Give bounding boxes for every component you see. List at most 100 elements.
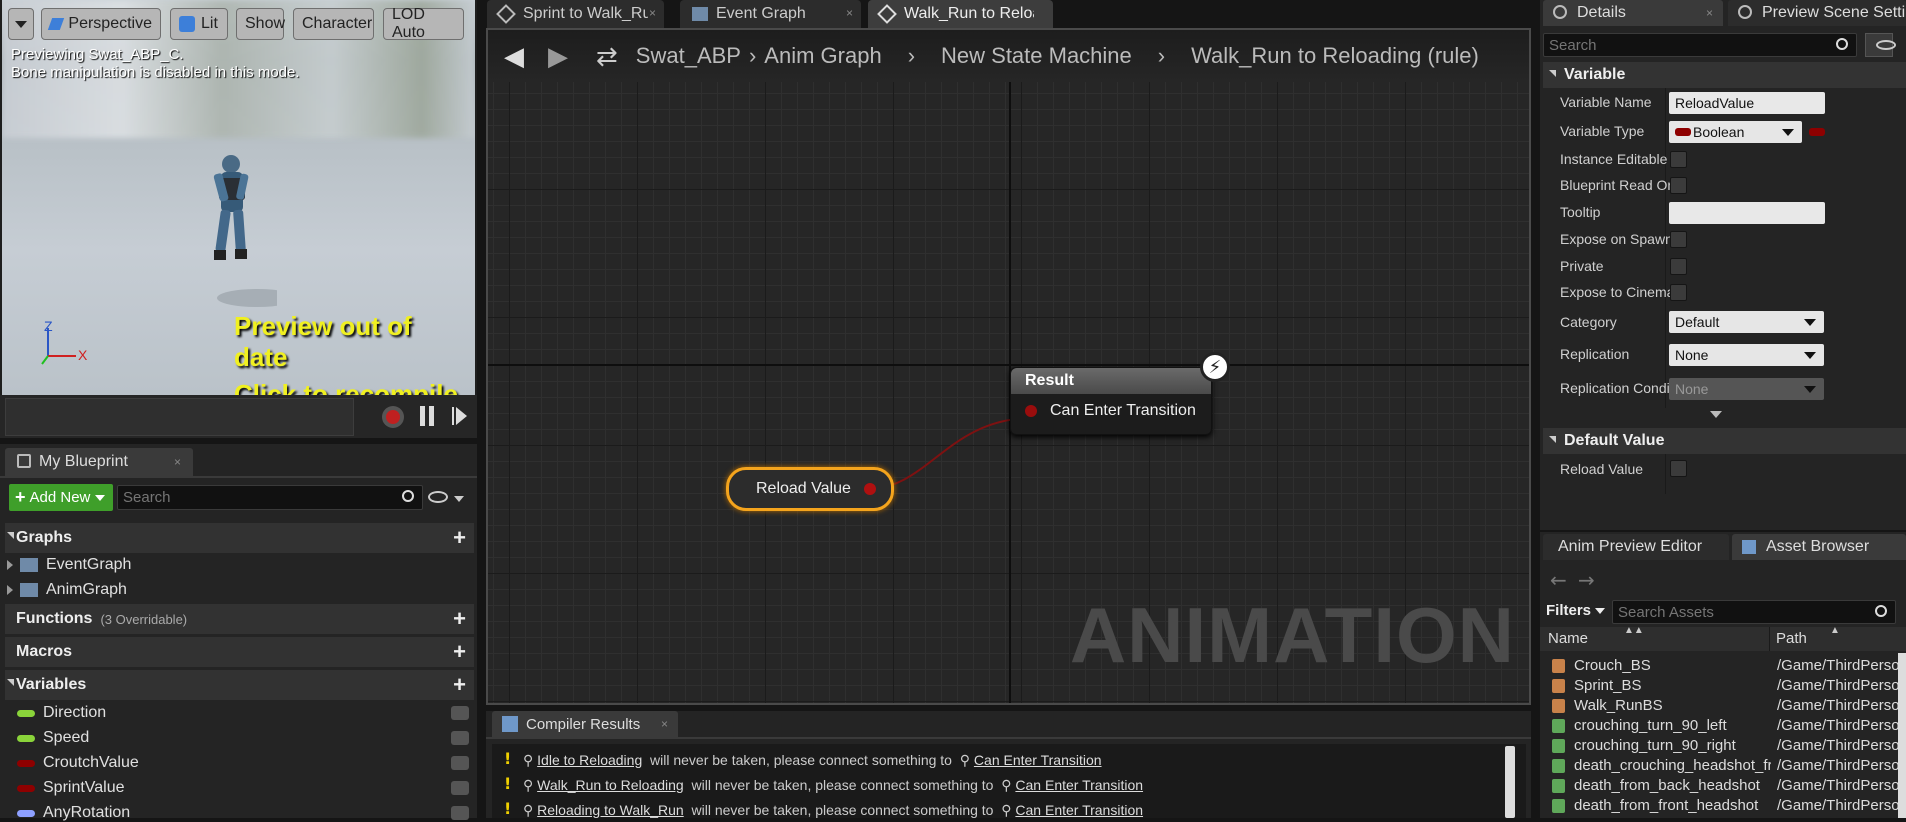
tooltip-field[interactable] [1669,202,1825,224]
record-button[interactable] [382,406,404,428]
graph-item-animgraph[interactable]: AnimGraph [7,581,127,599]
compiler-message[interactable]: ⚲ Walk_Run to Reloading will never be ta… [523,777,1143,794]
blueprint-search-box[interactable] [117,485,423,510]
perspective-button[interactable]: Perspective [41,8,161,40]
my-blueprint-tab[interactable]: My Blueprint × [5,448,193,476]
recompile-line-1[interactable]: Preview out of date [234,311,460,373]
collapse-arrow-icon[interactable] [7,679,14,686]
close-tab-icon[interactable]: × [649,6,656,20]
variable-item-croutchvalue[interactable]: CroutchValue [17,754,139,772]
functions-section-header[interactable]: Functions (3 Overridable) + [5,604,474,634]
show-button[interactable]: Show [236,8,285,40]
add-graph-button[interactable]: + [453,527,466,549]
preview-scene-settings-tab[interactable]: Preview Scene Settings [1728,0,1906,26]
container-type-icon[interactable] [1809,128,1825,136]
preview-viewport[interactable]: Previewing Swat_ABP_C. Bone manipulation… [0,0,477,438]
variable-item-speed[interactable]: Speed [17,729,89,747]
asset-row[interactable]: death_from_front_headshot /Game/ThirdPer… [1540,796,1906,816]
graph-item-eventgraph[interactable]: EventGraph [7,556,131,574]
reload-value-node[interactable]: Reload Value [726,467,894,511]
name-column-header[interactable]: Name [1548,630,1588,647]
compiler-results-tab[interactable]: Compiler Results × [492,711,678,737]
compiler-scrollbar[interactable] [1505,746,1515,818]
compiler-message[interactable]: ⚲ Reloading to Walk_Run will never be ta… [523,802,1143,819]
graphs-section-header[interactable]: Graphs + [5,523,474,553]
filters-button[interactable]: Filters [1546,602,1606,619]
message-target-link[interactable]: Can Enter Transition [1015,802,1143,818]
asset-row[interactable]: death_from_back_headshot /Game/ThirdPers… [1540,776,1906,796]
timeline-track[interactable] [5,398,354,436]
close-tab-icon[interactable]: × [1706,6,1713,20]
lod-button[interactable]: LOD Auto [383,6,464,41]
tab-event-graph[interactable]: Event Graph × [680,0,861,28]
variable-item-sprintvalue[interactable]: SprintValue [17,779,125,797]
message-source-link[interactable]: Idle to Reloading [537,752,642,768]
replication-condition-dropdown[interactable]: None [1669,378,1824,400]
message-target-link[interactable]: Can Enter Transition [1015,777,1143,793]
variable-visibility-icon[interactable] [451,756,469,770]
path-column-header[interactable]: Path [1776,630,1807,647]
graph-editor-canvas[interactable]: ◀ ▶ ⇄ Swat_ABP › Anim Graph › New State … [486,28,1531,705]
reload-value-checkbox[interactable] [1670,460,1687,477]
expand-arrow-icon[interactable] [7,585,13,595]
details-tab[interactable]: Details × [1543,0,1723,26]
asset-row[interactable]: crouching_turn_90_right /Game/ThirdPerso… [1540,736,1906,756]
variable-visibility-icon[interactable] [451,706,469,720]
default-value-header[interactable]: Default Value [1543,428,1906,454]
add-function-button[interactable]: + [453,608,466,630]
asset-row[interactable]: Crouch_BS /Game/ThirdPerson [1540,656,1906,676]
recompile-notice[interactable]: Preview out of date Click to recompile [234,311,460,395]
message-source-link[interactable]: Reloading to Walk_Run [537,802,684,818]
asset-row[interactable]: Sprint_BS /Game/ThirdPerson [1540,676,1906,696]
add-variable-button[interactable]: + [453,674,466,696]
expose-to-cinematics-checkbox[interactable] [1670,284,1687,301]
private-checkbox[interactable] [1670,258,1687,275]
expose-on-spawn-checkbox[interactable] [1670,231,1687,248]
asset-row[interactable]: death_crouching_headshot_front /Game/Thi… [1540,756,1906,776]
variable-item-direction[interactable]: Direction [17,704,106,722]
collapse-arrow-icon[interactable] [1549,70,1556,77]
add-macro-button[interactable]: + [453,641,466,663]
anim-preview-editor-tab[interactable]: Anim Preview Editor [1543,534,1729,560]
instance-editable-checkbox[interactable] [1670,151,1687,168]
viewport-scene[interactable]: Previewing Swat_ABP_C. Bone manipulation… [2,0,475,395]
forward-arrow-icon[interactable]: → [1578,568,1595,592]
recompile-line-2[interactable]: Click to recompile [234,379,460,395]
chevron-down-icon[interactable] [454,496,464,502]
message-source-link[interactable]: Walk_Run to Reloading [537,777,684,793]
character-button[interactable]: Character [293,8,374,40]
details-search-box[interactable] [1543,33,1857,57]
replication-dropdown[interactable]: None [1669,344,1824,366]
result-node[interactable]: Result Can Enter Transition [1010,367,1212,435]
back-arrow-icon[interactable]: ← [1550,568,1567,592]
blueprint-read-only-checkbox[interactable] [1670,177,1687,194]
show-advanced-arrow-icon[interactable] [1710,411,1722,418]
bool-input-pin[interactable] [1025,405,1037,417]
add-new-button[interactable]: + Add New [9,484,113,511]
variable-visibility-icon[interactable] [451,731,469,745]
close-tab-icon[interactable]: × [661,717,668,731]
asset-row[interactable]: Walk_RunBS /Game/ThirdPerson [1540,696,1906,716]
variable-category-header[interactable]: Variable [1543,62,1906,88]
blueprint-search-input[interactable] [118,486,388,509]
message-target-link[interactable]: Can Enter Transition [974,752,1102,768]
variable-type-dropdown[interactable]: Boolean [1669,121,1802,143]
viewport-options-button[interactable] [8,8,34,40]
category-dropdown[interactable]: Default [1669,311,1824,333]
compiler-message[interactable]: ⚲ Idle to Reloading will never be taken,… [523,752,1102,769]
variable-item-anyrotation[interactable]: AnyRotation [17,804,130,822]
visibility-eye-icon[interactable] [1876,40,1896,50]
variable-name-field[interactable]: ReloadValue [1669,92,1825,114]
asset-search-input[interactable] [1613,601,1863,623]
pause-button[interactable] [420,406,434,426]
lit-button[interactable]: Lit [170,8,228,40]
expand-arrow-icon[interactable] [7,560,13,570]
close-tab-icon[interactable]: × [846,6,853,20]
asset-search-box[interactable] [1612,600,1896,624]
tab-sprint-to-walk-run[interactable]: Sprint to Walk_Run × [487,0,664,28]
macros-section-header[interactable]: Macros + [5,637,474,667]
bool-output-pin[interactable] [863,483,876,495]
asset-browser-tab[interactable]: Asset Browser [1732,534,1906,560]
step-forward-button[interactable] [456,407,467,425]
visibility-eye-icon[interactable] [428,491,448,503]
